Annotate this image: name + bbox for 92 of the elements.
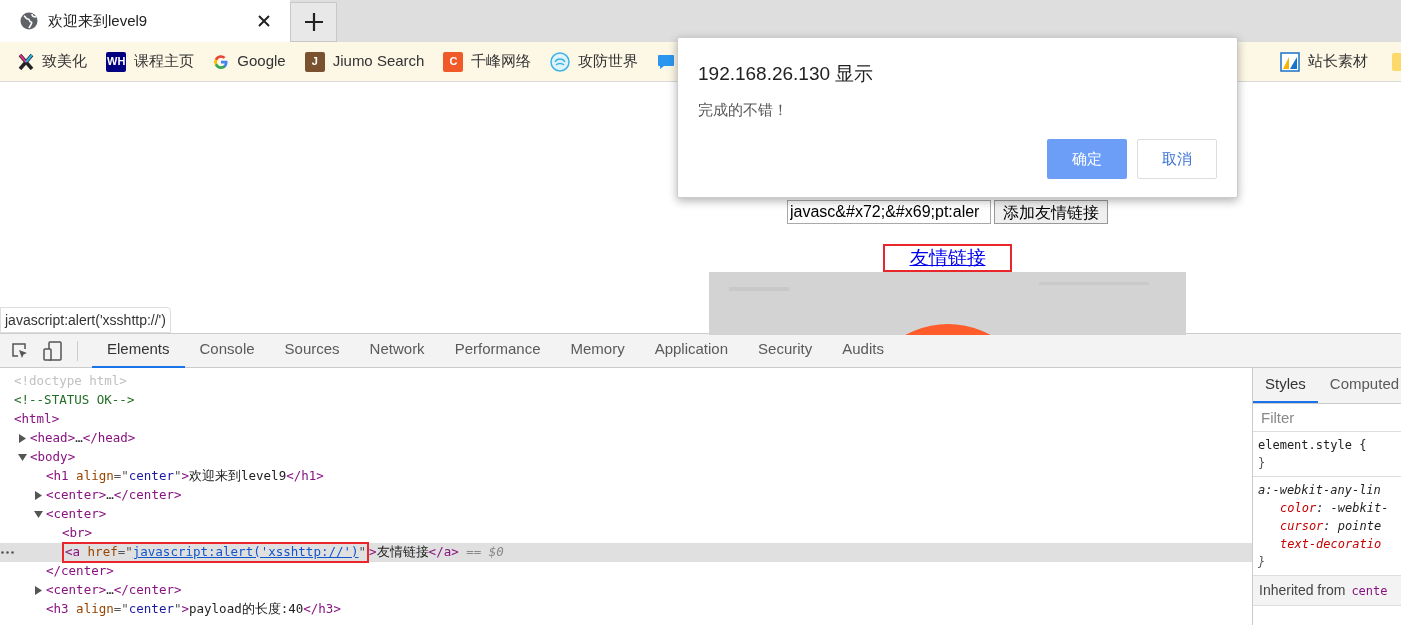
letter-icon: J [304, 51, 325, 72]
styles-tab[interactable]: Styles [1253, 368, 1318, 403]
bookmark-link[interactable]: Google [237, 50, 286, 73]
dom-tree-row[interactable]: <!--STATUS OK--> [0, 391, 1252, 410]
devtools-tab[interactable]: Application [639, 333, 744, 368]
code-token: <a [65, 543, 81, 562]
code-token: … [75, 429, 83, 448]
code-token: =" [117, 543, 133, 562]
code-token: </center> [113, 581, 182, 600]
code-token: … [106, 581, 114, 600]
styles-tab[interactable]: Computed [1317, 368, 1401, 403]
code-token: align [75, 467, 114, 486]
devtools-tab[interactable]: Sources [269, 333, 355, 368]
code-token: </head> [82, 429, 136, 448]
code-token: center [128, 600, 174, 619]
css-selector: element.style { [1258, 437, 1368, 454]
letter-icon: C [443, 51, 464, 72]
href-link[interactable]: javascript:alert('xsshttp://') [132, 543, 359, 562]
code-token: </center> [46, 562, 114, 581]
devtools-tab[interactable]: Console [184, 333, 270, 368]
bookmark-link[interactable]: 致美化 [42, 50, 87, 73]
code-token: <center> [46, 486, 107, 505]
bookmark-link[interactable]: Jiumo Search [332, 50, 425, 73]
css-selector: a:-webkit-any-lin [1258, 482, 1382, 499]
bookmark-link[interactable]: 站长素材 [1308, 50, 1368, 73]
code-token: > [181, 467, 189, 486]
code-token: <center> [46, 505, 107, 524]
code-token: > [181, 600, 189, 619]
code-token: <h3 [46, 600, 69, 619]
code-token: payload的长度:40 [189, 600, 304, 619]
code-token: <body> [30, 448, 76, 467]
code-token: … [106, 486, 114, 505]
devtools-tab[interactable]: Memory [555, 333, 640, 368]
css-value: : pointe [1323, 519, 1382, 533]
tab-title: 欢迎来到level9 [48, 10, 149, 31]
code-token: <br> [62, 524, 93, 543]
css-property: color [1280, 501, 1317, 515]
dom-tree-row[interactable]: <br> [0, 524, 1252, 543]
code-token: " [173, 600, 182, 619]
code-token: == $0 [465, 543, 504, 562]
code-token: <center> [46, 581, 107, 600]
cancel-button[interactable]: 取消 [1137, 139, 1217, 179]
devtools-tab[interactable]: Performance [439, 333, 556, 368]
code-token: <h1 [46, 467, 69, 486]
code-token: align [75, 600, 114, 619]
letter-icon: WH [106, 51, 127, 72]
dom-tree-row[interactable]: <h3 align="center">payload的长度:40</h3> [0, 600, 1252, 619]
dialog-title: 192.168.26.130 显示 [698, 62, 875, 86]
dom-tree-row[interactable]: <html> [0, 410, 1252, 429]
code-token: </h1> [286, 467, 324, 486]
dom-tree-row[interactable]: <head>…</head> [0, 429, 1252, 448]
dom-tree-row[interactable]: <a href="javascript:alert('xsshttp://')" >友情链接</a> == $0 [0, 543, 1252, 562]
devtools-tab[interactable]: Audits [827, 333, 899, 368]
code-token: <html> [14, 410, 60, 429]
bookmark-link[interactable]: 课程主页 [134, 50, 195, 73]
css-brace: } [1258, 554, 1267, 571]
code-token: </center> [113, 486, 182, 505]
css-property: cursor [1280, 519, 1324, 533]
code-token: </h3> [303, 600, 341, 619]
code-token: =" [113, 600, 129, 619]
code-token: center [128, 467, 174, 486]
code-token: > [369, 543, 377, 562]
add-link-button[interactable]: 添加友情链接 [994, 200, 1108, 224]
css-property: text-decoratio [1280, 537, 1382, 551]
inherited-label: Inherited from [1259, 581, 1346, 600]
devtools-tab[interactable]: Network [354, 333, 440, 368]
inherited-selector[interactable]: cente [1351, 581, 1388, 600]
bookmark-link[interactable]: 千峰网络 [471, 50, 532, 73]
code-token: <!--STATUS OK--> [14, 391, 135, 410]
code-token: 友情链接 [376, 543, 429, 562]
devtools-tab[interactable]: Security [743, 333, 828, 368]
dialog-message: 完成的不错！ [698, 99, 789, 120]
browser-tab[interactable]: 欢迎来到level9 [0, 0, 290, 42]
devtools-tab[interactable]: Elements [92, 333, 185, 368]
code-token: 欢迎来到level9 [189, 467, 287, 486]
dom-tree-row[interactable]: <h1 align="center">欢迎来到level9</h1> [0, 467, 1252, 486]
css-brace: } [1258, 455, 1267, 472]
bookmark-link[interactable]: 攻防世界 [578, 50, 639, 73]
code-token: " [358, 543, 367, 562]
dom-tree-row[interactable]: <center>…</center> [0, 581, 1252, 600]
status-tooltip: javascript:alert('xsshttp://') [0, 307, 171, 333]
dom-tree-row[interactable]: <center>…</center> [0, 486, 1252, 505]
code-token: " [173, 467, 182, 486]
css-value: : -webkit- [1316, 501, 1389, 515]
code-token: </a> [428, 543, 459, 562]
link-input-field[interactable]: javasc&#x72;&#x69;pt:aler [787, 200, 991, 224]
dom-tree-row[interactable]: <body> [0, 448, 1252, 467]
code-token: <!doctype html> [14, 372, 127, 391]
code-token: =" [113, 467, 129, 486]
dom-tree-row[interactable]: <center> [0, 505, 1252, 524]
code-token: href [86, 543, 118, 562]
code-token: <head> [30, 429, 76, 448]
